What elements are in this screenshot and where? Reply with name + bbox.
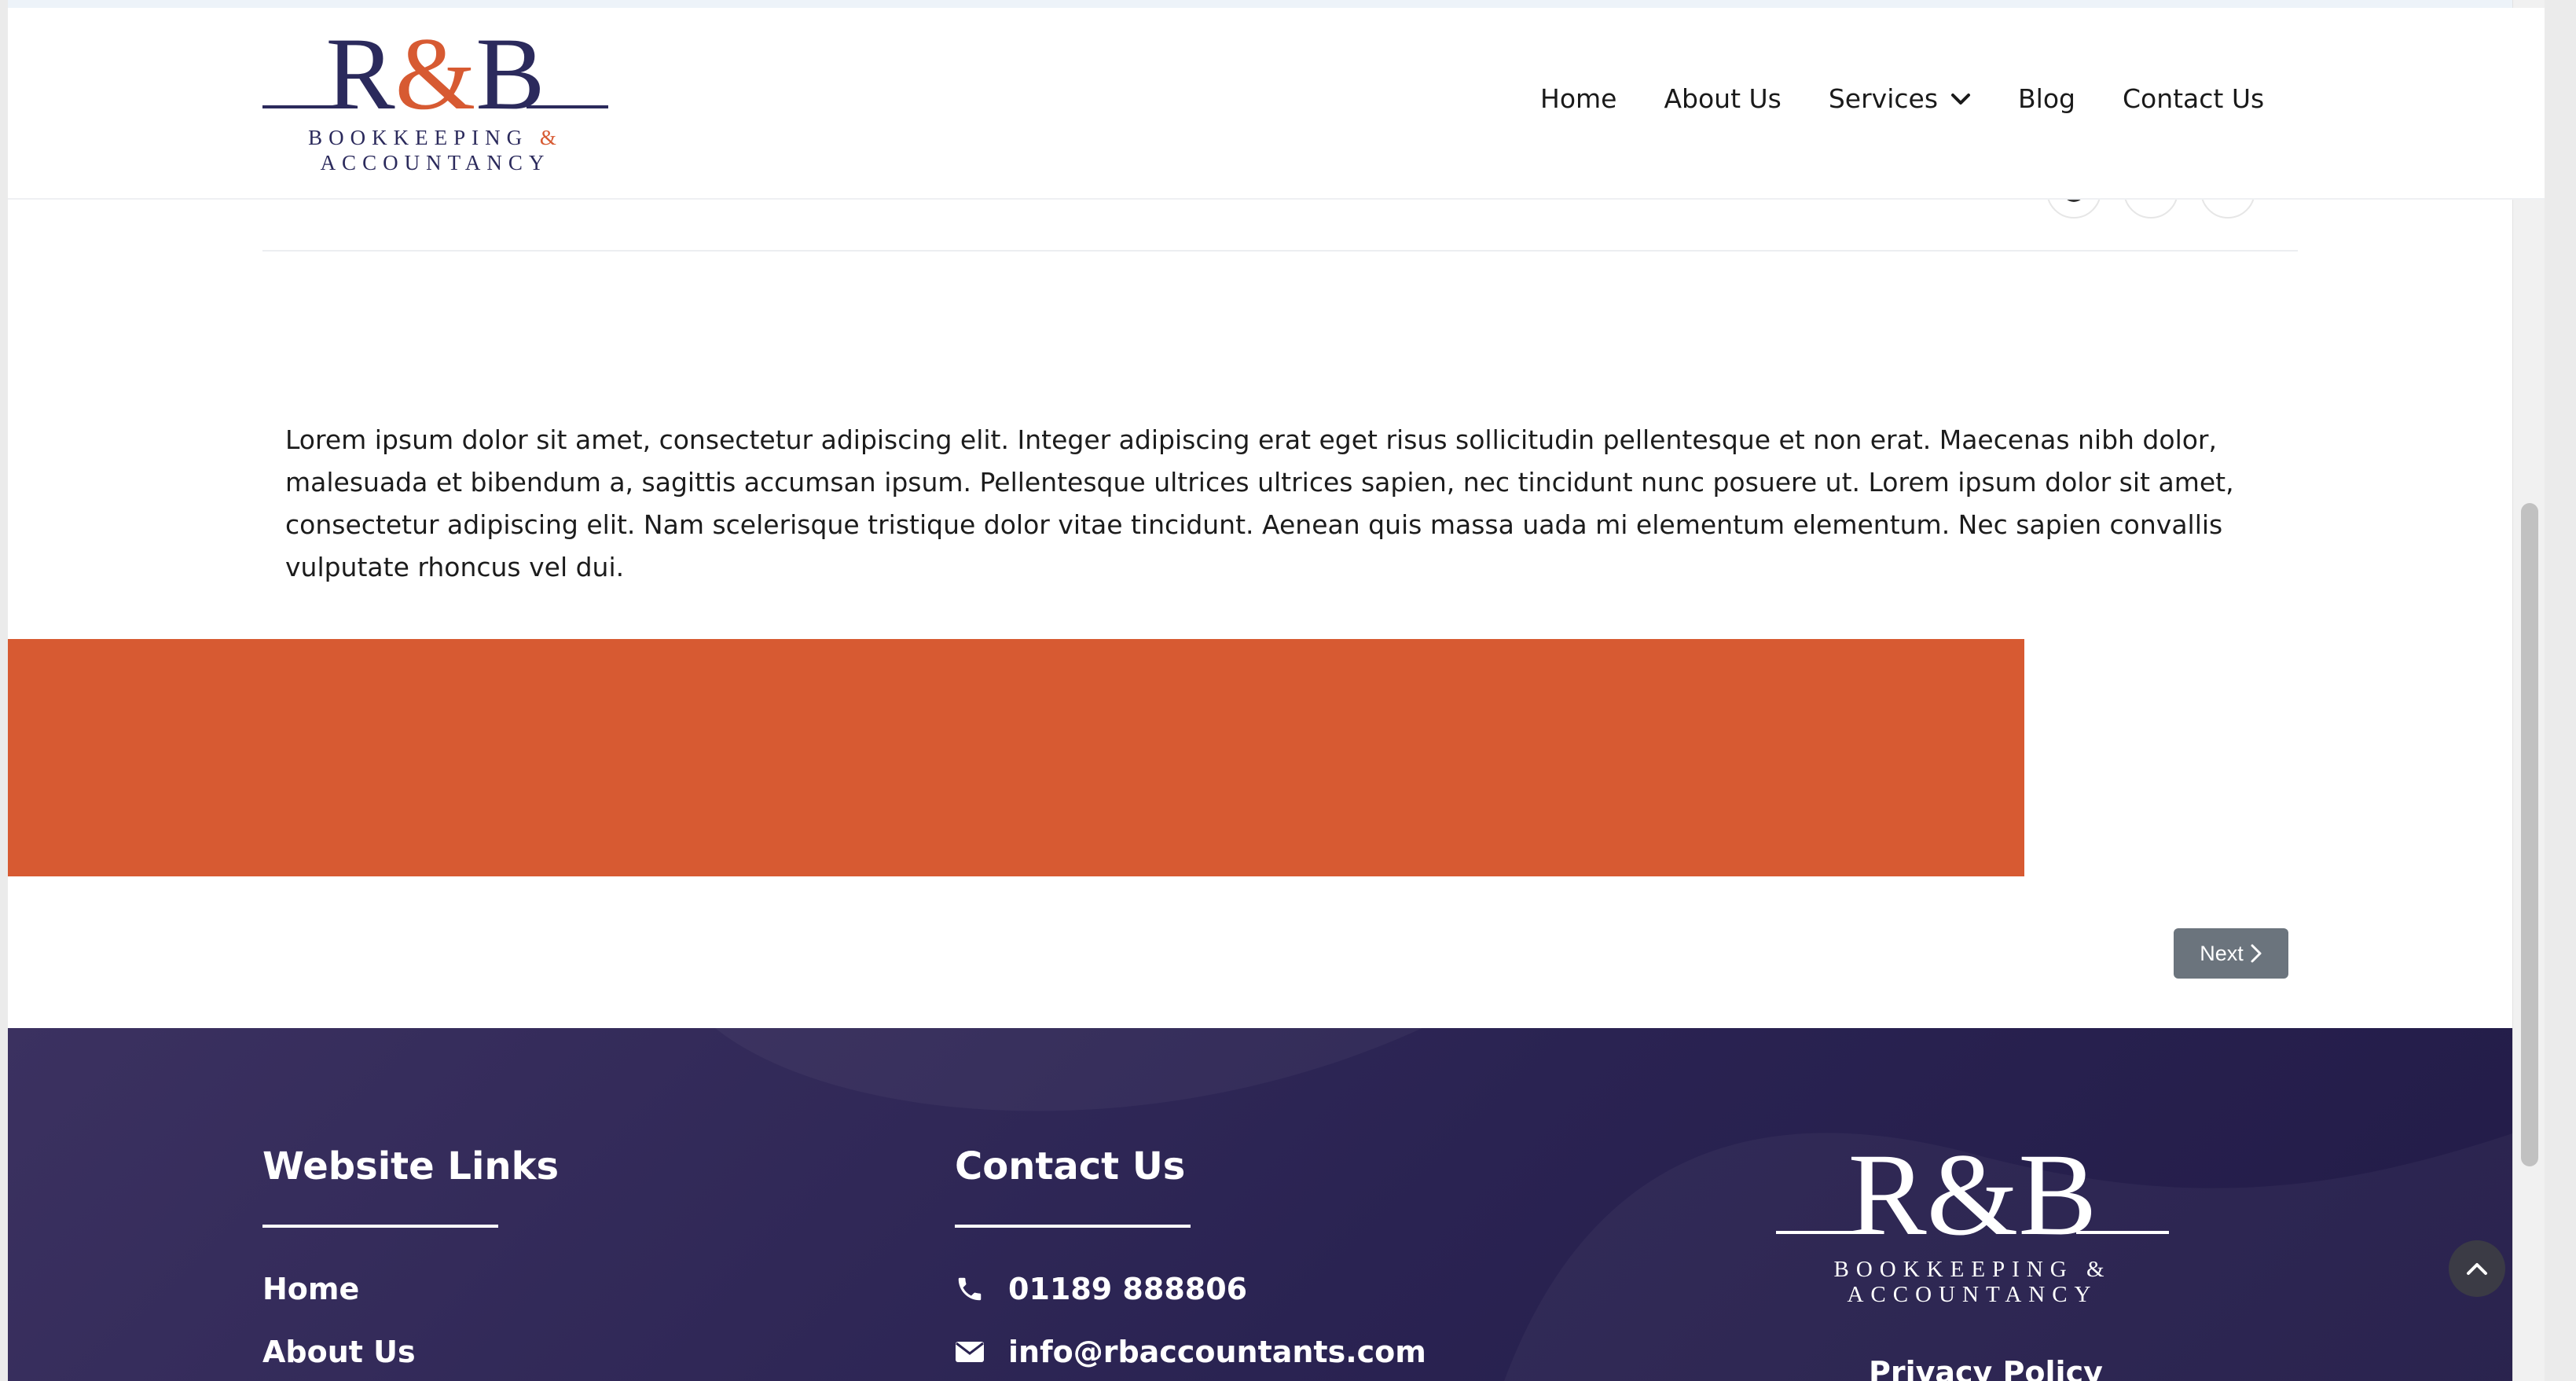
- svg-text:R&B: R&B: [326, 27, 545, 131]
- website-links-underline: [262, 1225, 498, 1228]
- page-scrollbar[interactable]: [2512, 0, 2545, 1381]
- phone-number: 01189 888806: [1008, 1272, 1248, 1306]
- footer-logo[interactable]: R&B BOOKKEEPING & ACCOUNTANCY: [1776, 1138, 2169, 1311]
- nav-home[interactable]: Home: [1540, 83, 1616, 114]
- footer-phone[interactable]: 01189 888806: [955, 1272, 1247, 1306]
- site-header: R&B BOOKKEEPING & ACCOUNTANCY Home About…: [8, 8, 2545, 200]
- svg-text:ACCOUNTANCY: ACCOUNTANCY: [1847, 1282, 2097, 1307]
- website-links-title: Website Links: [262, 1144, 560, 1188]
- svg-text:ACCOUNTANCY: ACCOUNTANCY: [321, 151, 551, 174]
- contact-underline: [955, 1225, 1191, 1228]
- phone-icon: [958, 1277, 982, 1301]
- svg-text:R&B: R&B: [1848, 1138, 2097, 1260]
- chevron-down-icon: [1951, 93, 1971, 105]
- email-address: info@rbaccountants.com: [1008, 1335, 1426, 1369]
- nav-services[interactable]: Services: [1829, 83, 1971, 114]
- contact-title: Contact Us: [955, 1144, 1186, 1188]
- nav-services-label: Services: [1828, 83, 1939, 114]
- site-footer: Website Links Home About Us Contact Us 0…: [8, 1028, 2545, 1381]
- article-body: Lorem ipsum dolor sit amet, consectetur …: [285, 424, 2234, 582]
- nav-contact[interactable]: Contact Us: [2123, 83, 2264, 114]
- privacy-policy-link[interactable]: Privacy Policy: [1869, 1355, 2103, 1381]
- svg-text:BOOKKEEPING &: BOOKKEEPING &: [1833, 1257, 2111, 1282]
- chevron-right-icon: [2251, 944, 2262, 963]
- nav-blog[interactable]: Blog: [2018, 83, 2075, 114]
- footer-link-home[interactable]: Home: [262, 1272, 359, 1306]
- content-divider: [262, 250, 2298, 252]
- back-to-top-button[interactable]: [2449, 1240, 2505, 1297]
- footer-email[interactable]: info@rbaccountants.com: [955, 1335, 1426, 1369]
- footer-link-about[interactable]: About Us: [262, 1335, 416, 1369]
- next-post-button[interactable]: Next: [2174, 928, 2288, 979]
- site-logo[interactable]: R&B BOOKKEEPING & ACCOUNTANCY: [262, 27, 608, 181]
- mail-icon: [956, 1342, 984, 1362]
- next-label: Next: [2200, 941, 2244, 965]
- scrollbar-thumb[interactable]: [2521, 503, 2538, 1166]
- main-nav: Home About Us Services Blog Contact Us: [1540, 83, 2264, 114]
- svg-text:BOOKKEEPING &: BOOKKEEPING &: [308, 126, 563, 149]
- nav-about[interactable]: About Us: [1664, 83, 1781, 114]
- browser-viewport: R&B BOOKKEEPING & ACCOUNTANCY Home About…: [8, 0, 2545, 1381]
- chevron-up-icon: [2467, 1263, 2487, 1275]
- orange-banner: [8, 639, 2024, 876]
